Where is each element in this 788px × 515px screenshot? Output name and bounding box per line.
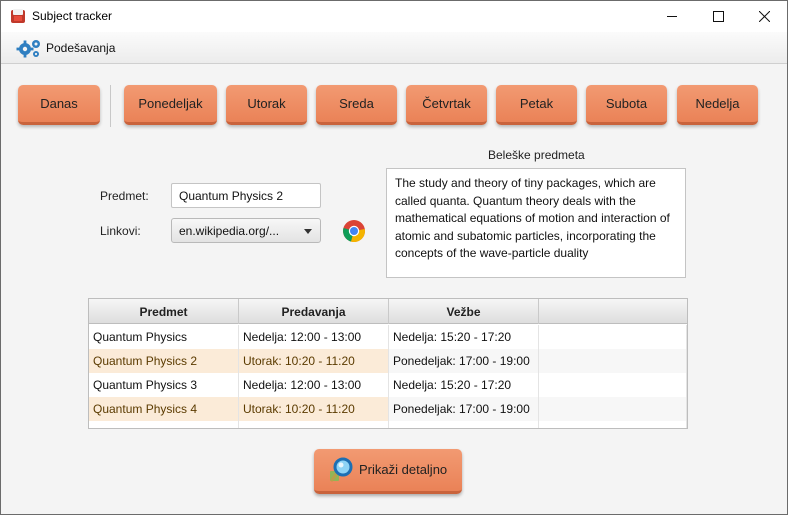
column-header-predmet[interactable]: Predmet: [89, 299, 239, 324]
cell-lectures: Utorak: 10:20 - 11:20: [239, 349, 389, 373]
chrome-icon[interactable]: [342, 219, 366, 243]
minimize-button[interactable]: [649, 1, 695, 32]
cell-empty: [539, 373, 687, 397]
cell-subject: Quantum Physics 3: [89, 373, 239, 397]
gear-icon: [16, 40, 40, 58]
day-button-cetvrtak[interactable]: Četvrtak: [406, 85, 487, 125]
cell-subject: Quantum Physics 4: [89, 397, 239, 421]
day-button-subota[interactable]: Subota: [586, 85, 667, 125]
cell-exercises: Nedelja: 15:20 - 17:20: [389, 325, 539, 349]
day-button-nedelja[interactable]: Nedelja: [677, 85, 758, 125]
settings-label: Podešavanja: [46, 41, 116, 55]
app-icon: [11, 9, 25, 23]
cell-empty: [539, 421, 687, 428]
table-row[interactable]: Quantum Physics 3 Nedelja: 12:00 - 13:00…: [89, 373, 687, 397]
cell-exercises: Nedelja: 15:20 - 17:20: [389, 373, 539, 397]
links-selected-value: en.wikipedia.org/...: [179, 224, 280, 238]
settings-menu[interactable]: Podešavanja: [15, 37, 115, 59]
column-header-empty: [539, 299, 687, 324]
cell-empty: [539, 397, 687, 421]
cell-exercises: Ponedeljak: 17:00 - 19:00: [389, 349, 539, 373]
cell-empty: [539, 349, 687, 373]
day-separator: [110, 85, 111, 127]
minimize-icon: [666, 16, 677, 17]
cell-lectures: Nedelja: 12:00 - 13:00: [239, 325, 389, 349]
show-details-label: Prikaži detaljno: [359, 462, 448, 477]
magnifier-icon: [330, 457, 353, 482]
table-header: Predmet Predavanja Vežbe: [89, 299, 687, 324]
close-button[interactable]: [741, 1, 787, 32]
show-details-button[interactable]: Prikaži detaljno: [314, 449, 462, 494]
notes-title: Beleške predmeta: [488, 148, 585, 162]
cell-subject: Quantum Physics 2: [89, 349, 239, 373]
cell-subject: Quantum Physics: [89, 325, 239, 349]
title-bar: Subject tracker: [1, 1, 787, 32]
cell-lectures: Nedelja: 12:00 - 13:00: [239, 373, 389, 397]
day-button-petak[interactable]: Petak: [496, 85, 577, 125]
cell-empty: [239, 421, 389, 428]
day-button-utorak[interactable]: Utorak: [226, 85, 307, 125]
chevron-down-icon: [304, 229, 312, 234]
table-row[interactable]: Quantum Physics Nedelja: 12:00 - 13:00 N…: [89, 325, 687, 349]
links-dropdown[interactable]: en.wikipedia.org/...: [171, 218, 321, 243]
day-button-sreda[interactable]: Sreda: [316, 85, 397, 125]
cell-empty: [389, 421, 539, 428]
notes-textarea[interactable]: The study and theory of tiny packages, w…: [386, 168, 686, 278]
close-icon: [758, 11, 770, 22]
window-title: Subject tracker: [32, 9, 113, 23]
table-row-empty: [89, 421, 687, 428]
menu-bar: Podešavanja: [1, 32, 787, 64]
table-row[interactable]: Quantum Physics 2 Utorak: 10:20 - 11:20 …: [89, 349, 687, 373]
cell-lectures: Utorak: 10:20 - 11:20: [239, 397, 389, 421]
maximize-icon: [712, 11, 724, 22]
maximize-button[interactable]: [695, 1, 741, 32]
cell-empty: [539, 325, 687, 349]
cell-empty: [89, 421, 239, 428]
cell-exercises: Ponedeljak: 17:00 - 19:00: [389, 397, 539, 421]
subject-label: Predmet:: [100, 189, 149, 203]
day-button-ponedeljak[interactable]: Ponedeljak: [124, 85, 217, 125]
table-row[interactable]: Quantum Physics 4 Utorak: 10:20 - 11:20 …: [89, 397, 687, 421]
links-label: Linkovi:: [100, 224, 141, 238]
app-window: Subject tracker Podešavanja Danas Ponede…: [0, 0, 788, 515]
schedule-table: Predmet Predavanja Vežbe Quantum Physics…: [88, 298, 688, 429]
column-header-predavanja[interactable]: Predavanja: [239, 299, 389, 324]
subject-field[interactable]: Quantum Physics 2: [171, 183, 321, 208]
day-button-danas[interactable]: Danas: [18, 85, 100, 125]
column-header-vezbe[interactable]: Vežbe: [389, 299, 539, 324]
